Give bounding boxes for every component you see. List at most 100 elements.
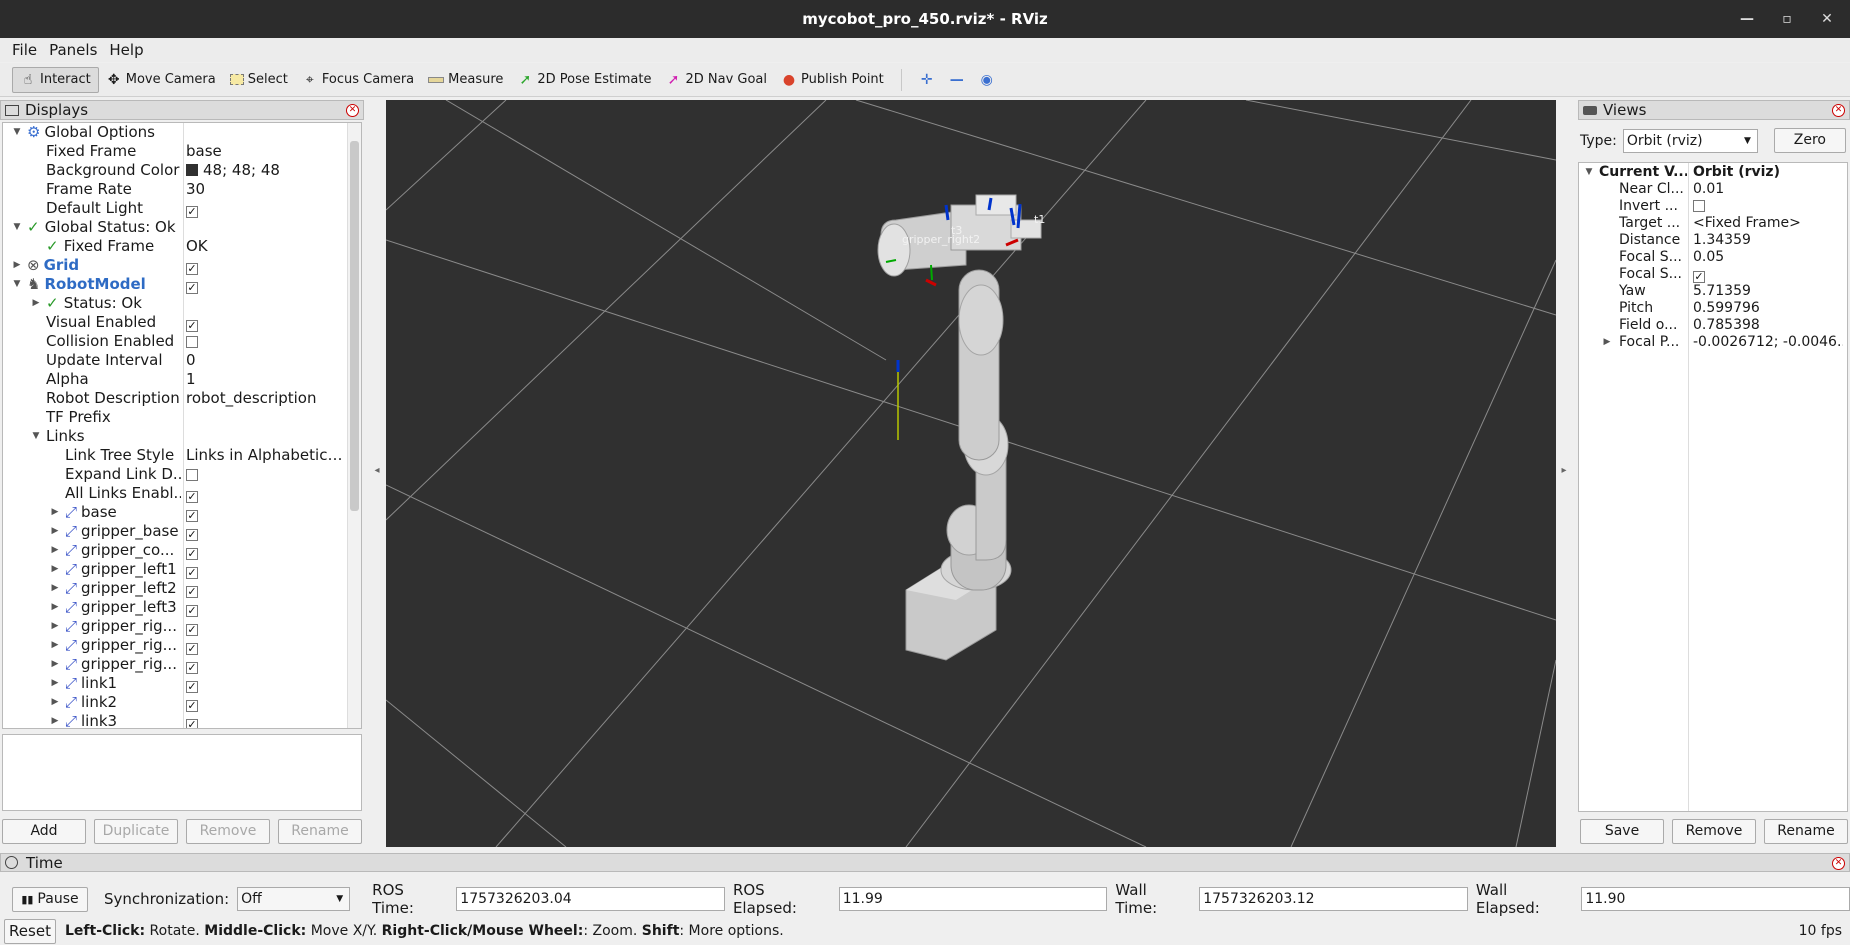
checkbox[interactable]: ✓ [186, 624, 198, 636]
publish-point-tool-button[interactable]: ● Publish Point [774, 67, 891, 93]
checkbox[interactable]: ✓ [186, 320, 198, 332]
display-row[interactable]: ▶ ⤢ base ✓ [3, 503, 361, 522]
display-row-value[interactable]: ✓ [186, 503, 346, 522]
add-display-button[interactable]: Add [2, 819, 86, 844]
checkbox[interactable]: ✓ [186, 548, 198, 560]
display-row-value[interactable]: ✓ [186, 617, 346, 636]
pose-estimate-tool-button[interactable]: ➚ 2D Pose Estimate [510, 67, 658, 93]
display-row[interactable]: Visual Enabled ✓ [3, 313, 361, 332]
display-row-value[interactable]: ✓ [186, 484, 346, 503]
display-row-value[interactable]: ✓ [186, 275, 346, 294]
display-row-value[interactable]: ✓ [186, 636, 346, 655]
checkbox[interactable]: ✓ [1693, 271, 1705, 283]
ros-time-field[interactable]: 1757326203.04 [456, 887, 725, 911]
checkbox[interactable]: ✓ [186, 643, 198, 655]
measure-tool-button[interactable]: Measure [421, 67, 510, 93]
display-row[interactable]: ▶ ⤢ gripper_rig... ✓ [3, 636, 361, 655]
checkbox[interactable]: ✓ [186, 681, 198, 693]
add-tool-button[interactable]: ✛ [912, 67, 942, 93]
display-row[interactable]: ▼ ♞ RobotModel ✓ [3, 275, 361, 294]
expand-right-icon[interactable]: ▶ [49, 579, 61, 598]
view-property-row[interactable]: ▼ Current V... Orbit (rviz) [1579, 164, 1847, 181]
display-row[interactable]: Frame Rate 30 [3, 180, 361, 199]
menu-panels[interactable]: Panels [43, 41, 103, 59]
view-property-row[interactable]: Target ... <Fixed Frame> [1579, 215, 1847, 232]
display-row-value[interactable]: ✓ [186, 199, 346, 218]
expand-right-icon[interactable]: ▶ [30, 294, 42, 313]
display-row[interactable]: ▶ ⤢ gripper_base ✓ [3, 522, 361, 541]
display-row[interactable]: Link Tree Style Links in Alphabetic O... [3, 446, 361, 465]
expand-right-icon[interactable]: ▶ [49, 522, 61, 541]
left-splitter-handle[interactable]: ◂ [371, 465, 383, 476]
checkbox[interactable]: ✓ [186, 491, 198, 503]
checkbox[interactable] [186, 469, 198, 481]
pause-button[interactable]: ▮▮ Pause [12, 886, 88, 912]
display-row[interactable]: ▼ ✓ Global Status: Ok [3, 218, 361, 237]
display-row[interactable]: ▶ ⤢ link1 ✓ [3, 674, 361, 693]
display-row[interactable]: ▶ ⤢ link2 ✓ [3, 693, 361, 712]
view-property-value[interactable]: ✓ [1693, 266, 1843, 283]
display-row[interactable]: ✓ Fixed Frame OK [3, 237, 361, 256]
tool-properties-button[interactable]: ◉ [972, 67, 1002, 93]
close-time-icon[interactable]: ✕ [1832, 857, 1845, 870]
display-row[interactable]: ▶ ⤢ gripper_rig... ✓ [3, 655, 361, 674]
expand-right-icon[interactable]: ▶ [49, 541, 61, 560]
expand-down-icon[interactable]: ▼ [11, 275, 23, 294]
remove-display-button[interactable]: Remove [186, 819, 270, 844]
rename-view-button[interactable]: Rename [1764, 819, 1848, 844]
display-row-value[interactable]: ✓ [186, 313, 346, 332]
expand-down-icon[interactable]: ▼ [11, 123, 23, 142]
display-row[interactable]: Robot Description robot_description [3, 389, 361, 408]
display-row[interactable]: All Links Enabl... ✓ [3, 484, 361, 503]
expand-right-icon[interactable]: ▶ [1601, 334, 1613, 351]
display-row-value[interactable] [186, 465, 346, 484]
display-row[interactable]: ▼ ⚙ Global Options [3, 123, 361, 142]
menu-help[interactable]: Help [103, 41, 149, 59]
display-row[interactable]: Update Interval 0 [3, 351, 361, 370]
display-row[interactable]: Alpha 1 [3, 370, 361, 389]
display-row[interactable]: TF Prefix [3, 408, 361, 427]
display-row[interactable]: Default Light ✓ [3, 199, 361, 218]
maximize-icon[interactable]: ▫ [1778, 10, 1796, 28]
remove-tool-button[interactable]: — [942, 67, 972, 93]
display-row[interactable]: ▶ ⤢ gripper_left1 ✓ [3, 560, 361, 579]
interact-tool-button[interactable]: ☝ Interact [12, 66, 99, 93]
expand-right-icon[interactable]: ▶ [49, 655, 61, 674]
view-property-row[interactable]: Field o... 0.785398 [1579, 317, 1847, 334]
checkbox[interactable]: ✓ [186, 282, 198, 294]
checkbox[interactable] [186, 336, 198, 348]
view-property-row[interactable]: Near Cl... 0.01 [1579, 181, 1847, 198]
rename-display-button[interactable]: Rename [278, 819, 362, 844]
expand-right-icon[interactable]: ▶ [49, 617, 61, 636]
view-property-row[interactable]: Focal S... ✓ [1579, 266, 1847, 283]
expand-right-icon[interactable]: ▶ [11, 256, 23, 275]
expand-down-icon[interactable]: ▼ [1583, 164, 1595, 181]
expand-right-icon[interactable]: ▶ [49, 636, 61, 655]
view-property-row[interactable]: Focal S... 0.05 [1579, 249, 1847, 266]
display-row-value[interactable]: ✓ [186, 522, 346, 541]
display-row-value[interactable]: ✓ [186, 541, 346, 560]
checkbox[interactable]: ✓ [186, 700, 198, 712]
expand-right-icon[interactable]: ▶ [49, 674, 61, 693]
displays-scrollbar[interactable] [347, 123, 361, 728]
display-row[interactable]: Expand Link D... [3, 465, 361, 484]
expand-right-icon[interactable]: ▶ [49, 693, 61, 712]
checkbox[interactable]: ✓ [186, 529, 198, 541]
view-property-value[interactable] [1693, 198, 1843, 215]
minimize-icon[interactable]: — [1738, 10, 1756, 28]
display-row[interactable]: ▶ ⊗ Grid ✓ [3, 256, 361, 275]
view-property-row[interactable]: ▶ Focal P... -0.0026712; -0.0046... [1579, 334, 1847, 351]
close-views-icon[interactable]: ✕ [1832, 104, 1845, 117]
close-icon[interactable]: ✕ [1818, 10, 1836, 28]
expand-down-icon[interactable]: ▼ [30, 427, 42, 446]
checkbox[interactable]: ✓ [186, 605, 198, 617]
display-row[interactable]: Fixed Frame base [3, 142, 361, 161]
close-panel-icon[interactable]: ✕ [346, 104, 359, 117]
checkbox[interactable]: ✓ [186, 586, 198, 598]
ros-elapsed-field[interactable]: 11.99 [838, 887, 1108, 911]
display-row-value[interactable]: ✓ [186, 674, 346, 693]
right-splitter-handle[interactable]: ▸ [1558, 465, 1570, 476]
zero-button[interactable]: Zero [1773, 128, 1846, 153]
expand-right-icon[interactable]: ▶ [49, 503, 61, 522]
reset-button[interactable]: Reset [4, 918, 56, 944]
